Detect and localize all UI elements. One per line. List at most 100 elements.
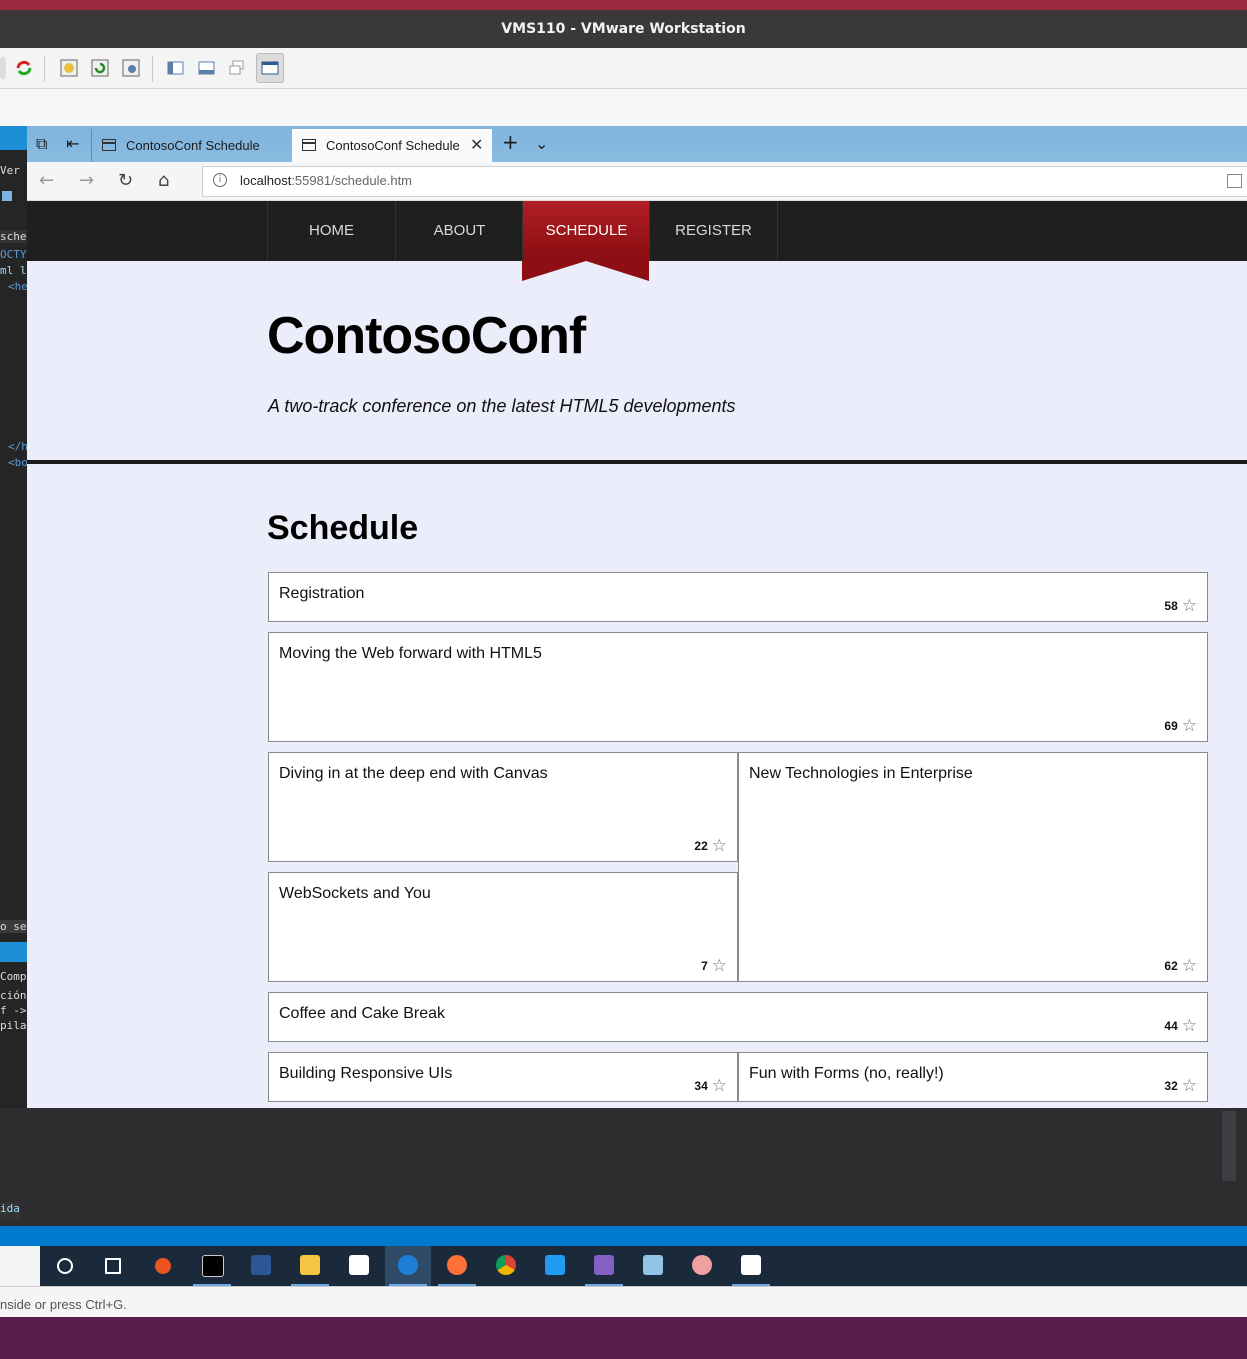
code-line: ml l [0, 264, 27, 277]
thumbnail-bar-icon[interactable] [196, 57, 218, 79]
visual-studio-icon[interactable] [581, 1246, 627, 1286]
unity-mode-icon[interactable] [227, 57, 249, 79]
session-title: Building Responsive UIs [279, 1065, 453, 1082]
ubuntu-icon[interactable] [140, 1246, 186, 1286]
save-icon[interactable] [2, 191, 12, 201]
vscode-icon[interactable] [532, 1246, 578, 1286]
visual-studio-panel: ida [0, 1108, 1247, 1228]
url-host: localhost [240, 173, 292, 188]
chevron-down-icon[interactable]: ⌄ [535, 134, 548, 153]
refresh-icon[interactable]: ↻ [118, 170, 133, 191]
vmware-tab-strip [0, 89, 1247, 127]
nav-home[interactable]: HOME [267, 201, 395, 261]
tabs-aside-icon[interactable]: ⇤ [66, 134, 79, 153]
visual-studio-statusbar [0, 1226, 1247, 1246]
session-rating: 62 [1164, 959, 1178, 973]
close-tab-icon[interactable]: ✕ [470, 135, 483, 155]
session-title: New Technologies in Enterprise [749, 765, 973, 782]
star-icon[interactable]: ☆ [1182, 597, 1197, 614]
vmware-statusbar: nside or press Ctrl+G. [0, 1286, 1247, 1318]
site-nav: HOME ABOUT SCHEDULE REGISTER [27, 201, 1247, 261]
star-icon[interactable]: ☆ [712, 1077, 727, 1094]
output-line: pila [0, 1019, 27, 1032]
ubuntu-desktop [0, 1317, 1247, 1359]
start-button[interactable] [0, 1246, 40, 1286]
status-text: ida [0, 1202, 20, 1220]
new-tab-icon[interactable]: + [502, 130, 519, 154]
vmware-toolbar [0, 48, 1247, 89]
home-icon[interactable]: ⌂ [158, 170, 169, 191]
tab-contosoconf-1[interactable]: ContosoConf Schedule [91, 129, 292, 162]
url-input[interactable]: i localhost:55981/schedule.htm [202, 166, 1247, 197]
forward-icon[interactable]: → [79, 170, 94, 191]
session-card[interactable]: WebSockets and You 7 ☆ [268, 872, 738, 982]
session-card[interactable]: Building Responsive UIs 34 ☆ [268, 1052, 738, 1102]
store-icon[interactable] [336, 1246, 382, 1286]
web-page: HOME ABOUT SCHEDULE REGISTER ContosoConf… [27, 201, 1247, 1108]
toolbar-edge [0, 57, 6, 79]
paint-icon[interactable] [679, 1246, 725, 1286]
scrollbar[interactable] [1222, 1111, 1236, 1181]
code-line: sched [0, 230, 27, 243]
edge-icon[interactable] [385, 1246, 431, 1286]
output-line: ción [0, 989, 27, 1002]
code-line: OCTY [0, 248, 27, 261]
session-card[interactable]: Moving the Web forward with HTML5 69 ☆ [268, 632, 1208, 742]
task-view-icon[interactable] [90, 1246, 136, 1286]
output-line: o se e [0, 920, 27, 933]
terminal-icon[interactable] [189, 1246, 235, 1286]
star-icon[interactable]: ☆ [1182, 1017, 1197, 1034]
visual-studio-editor: Ver sched OCTY ml l <he </h <bo o se e C… [0, 126, 27, 1226]
snapshot-manager-icon[interactable] [120, 57, 142, 79]
restart-guest-icon[interactable] [13, 57, 35, 79]
session-card[interactable]: New Technologies in Enterprise 62 ☆ [738, 752, 1208, 982]
search-circle-icon[interactable] [42, 1246, 88, 1286]
site-tagline: A two-track conference on the latest HTM… [268, 396, 736, 416]
windows-taskbar [0, 1246, 1247, 1286]
site-title: ContosoConf [267, 307, 586, 365]
nav-about[interactable]: ABOUT [395, 201, 523, 261]
back-icon[interactable]: ← [39, 170, 54, 191]
browser-address-bar: ← → ↻ ⌂ i localhost:55981/schedule.htm [27, 162, 1247, 201]
nav-schedule[interactable]: SCHEDULE [522, 201, 650, 261]
notepad-icon[interactable] [630, 1246, 676, 1286]
session-title: Fun with Forms (no, really!) [749, 1065, 944, 1082]
snapshot-icon[interactable] [58, 57, 80, 79]
tab-set-aside-icon[interactable]: ⧉ [36, 134, 47, 154]
page-icon [102, 139, 116, 151]
star-icon[interactable]: ☆ [1182, 1077, 1197, 1094]
session-card[interactable]: Registration 58 ☆ [268, 572, 1208, 622]
star-icon[interactable]: ☆ [712, 837, 727, 854]
session-title: Registration [279, 585, 365, 602]
powershell-icon[interactable] [238, 1246, 284, 1286]
status-text: nside or press Ctrl+G. [0, 1297, 127, 1312]
info-icon[interactable]: i [213, 173, 227, 187]
session-card[interactable]: Diving in at the deep end with Canvas 22… [268, 752, 738, 862]
sidebar-toggle-icon[interactable] [165, 57, 187, 79]
star-icon[interactable]: ☆ [712, 957, 727, 974]
session-card[interactable]: Fun with Forms (no, really!) 32 ☆ [738, 1052, 1208, 1102]
session-title: Coffee and Cake Break [279, 1005, 446, 1022]
chrome-icon[interactable] [483, 1246, 529, 1286]
star-icon[interactable]: ☆ [1182, 957, 1197, 974]
firefox-icon[interactable] [434, 1246, 480, 1286]
code-line: Ver [0, 164, 20, 177]
star-icon[interactable]: ☆ [1182, 717, 1197, 734]
revert-snapshot-icon[interactable] [89, 57, 111, 79]
header-divider [27, 460, 1247, 464]
ubuntu-top-bar [0, 0, 1247, 10]
file-explorer-icon[interactable] [287, 1246, 333, 1286]
tab-contosoconf-2[interactable]: ContosoConf Schedule ✕ [292, 129, 492, 162]
code-line: <he [8, 280, 27, 293]
edge-browser-window: ⧉ ⇤ ContosoConf Schedule ContosoConf Sch… [27, 126, 1247, 1108]
session-title: Moving the Web forward with HTML5 [279, 645, 542, 662]
session-rating: 22 [694, 839, 708, 853]
reading-view-icon[interactable] [1227, 174, 1242, 188]
session-card[interactable]: Coffee and Cake Break 44 ☆ [268, 992, 1208, 1042]
schedule-heading: Schedule [267, 509, 419, 547]
guest-desktop: Ver sched OCTY ml l <he </h <bo o se e C… [0, 126, 1247, 1246]
nav-register[interactable]: REGISTER [649, 201, 778, 261]
full-screen-icon[interactable] [256, 53, 284, 83]
vmware-titlebar: VMS110 - VMware Workstation [0, 10, 1247, 48]
text-editor-icon[interactable] [728, 1246, 774, 1286]
